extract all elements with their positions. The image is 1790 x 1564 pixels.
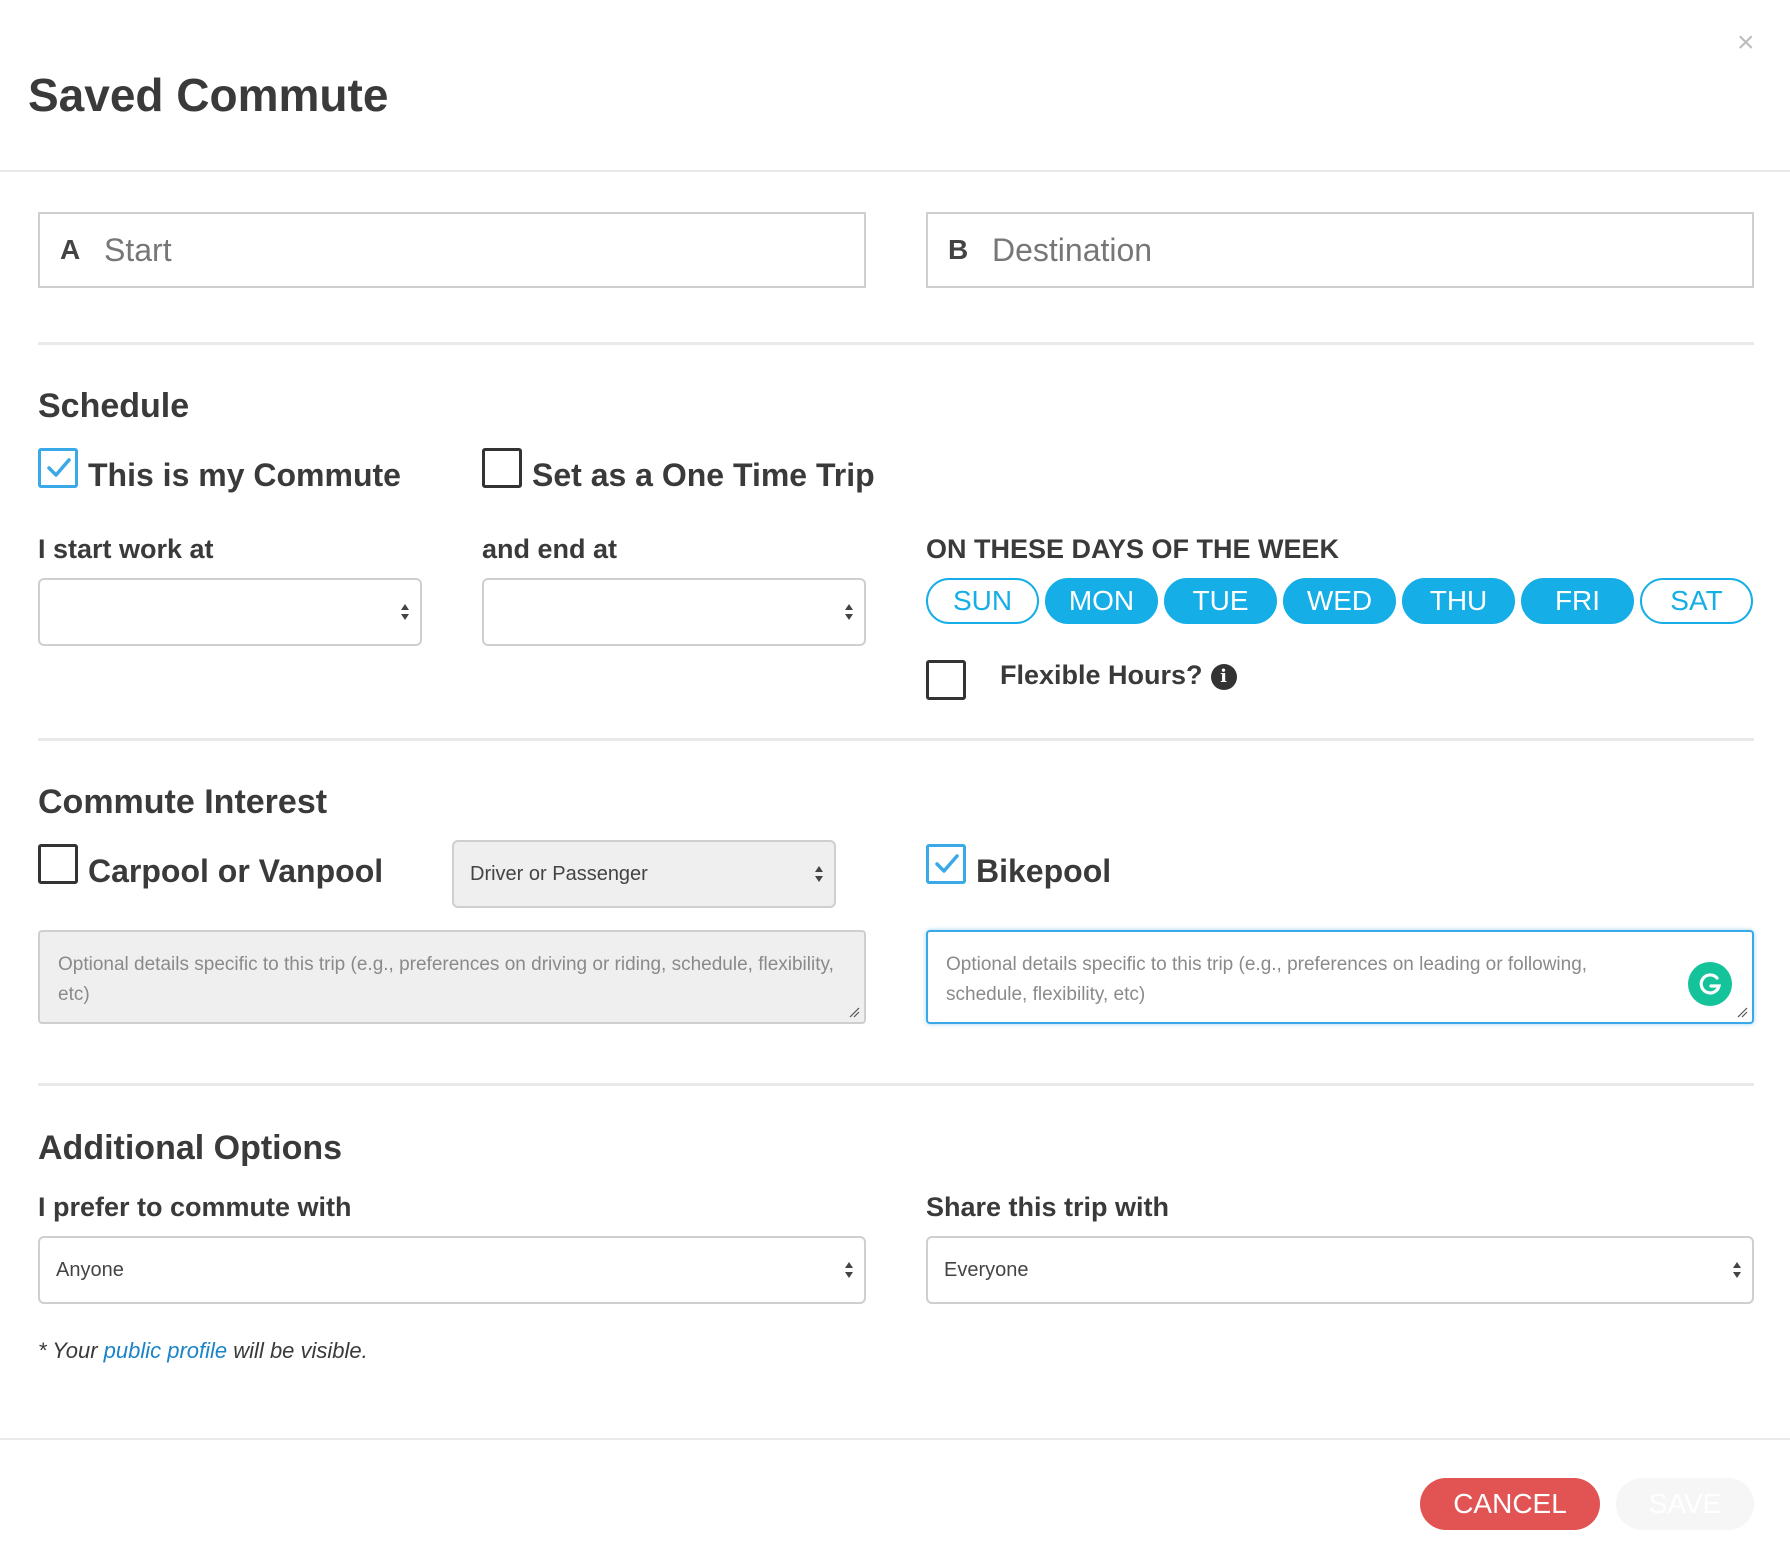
footnote: * Your public profile will be visible. xyxy=(38,1338,368,1364)
share-trip-value: Everyone xyxy=(944,1258,1029,1281)
bikepool-checkbox[interactable] xyxy=(926,844,966,884)
cancel-button[interactable]: CANCEL xyxy=(1420,1478,1600,1530)
bikepool-details-placeholder: Optional details specific to this trip (… xyxy=(946,954,1588,1005)
grammarly-icon[interactable] xyxy=(1688,962,1732,1006)
section-divider xyxy=(38,342,1754,345)
share-trip-label: Share this trip with xyxy=(926,1192,1170,1222)
footnote-prefix: * Your xyxy=(38,1338,104,1363)
section-divider xyxy=(38,1083,1754,1086)
day-wed[interactable]: WED xyxy=(1283,578,1396,624)
select-arrows-icon xyxy=(845,604,853,620)
info-icon[interactable]: i xyxy=(1210,663,1237,690)
additional-options-title: Additional Options xyxy=(38,1129,343,1167)
start-time-label: I start work at xyxy=(38,534,214,564)
grammarly-g-icon xyxy=(1699,973,1722,995)
check-icon xyxy=(935,854,959,873)
one-time-checkbox-label: Set as a One Time Trip xyxy=(532,457,875,493)
commute-checkbox-label: This is my Commute xyxy=(88,457,401,493)
select-arrows-icon xyxy=(1733,1262,1741,1278)
commute-checkbox[interactable] xyxy=(38,448,78,488)
driver-passenger-select[interactable]: Driver or Passenger xyxy=(452,840,836,908)
prefer-commute-value: Anyone xyxy=(56,1258,124,1281)
carpool-checkbox[interactable] xyxy=(38,844,78,884)
day-sun[interactable]: SUN xyxy=(926,578,1039,624)
carpool-details-textarea[interactable]: Optional details specific to this trip (… xyxy=(38,930,866,1024)
saved-commute-modal: × Saved Commute A Start B Destination Sc… xyxy=(0,0,1790,1564)
commute-interest-title: Commute Interest xyxy=(38,783,328,821)
close-icon[interactable]: × xyxy=(1737,28,1755,58)
bikepool-details-textarea[interactable]: Optional details specific to this trip (… xyxy=(926,930,1754,1024)
day-thu[interactable]: THU xyxy=(1402,578,1515,624)
section-divider xyxy=(38,738,1754,741)
start-input[interactable]: A Start xyxy=(38,212,866,288)
schedule-title: Schedule xyxy=(38,387,190,425)
destination-letter-icon: B xyxy=(948,234,969,265)
select-arrows-icon xyxy=(815,866,823,882)
day-mon[interactable]: MON xyxy=(1045,578,1158,624)
destination-input[interactable]: B Destination xyxy=(926,212,1754,288)
flexible-hours-text: Flexible Hours? xyxy=(1000,660,1203,690)
start-time-select[interactable] xyxy=(38,578,422,646)
flexible-hours-checkbox[interactable] xyxy=(926,660,966,700)
one-time-checkbox[interactable] xyxy=(482,448,522,488)
start-letter-icon: A xyxy=(60,234,81,265)
share-trip-select[interactable]: Everyone xyxy=(926,1236,1754,1304)
modal-title: Saved Commute xyxy=(28,69,389,121)
end-time-select[interactable] xyxy=(482,578,866,646)
days-label: ON THESE DAYS OF THE WEEK xyxy=(926,534,1340,564)
footnote-suffix: will be visible. xyxy=(227,1338,368,1363)
carpool-checkbox-label: Carpool or Vanpool xyxy=(88,853,384,889)
footer-divider xyxy=(0,1438,1790,1440)
resize-grip-icon[interactable] xyxy=(848,1006,860,1018)
header-divider xyxy=(0,170,1790,172)
start-placeholder: Start xyxy=(104,231,172,268)
day-sat[interactable]: SAT xyxy=(1640,578,1753,624)
public-profile-link[interactable]: public profile xyxy=(104,1338,228,1363)
carpool-details-placeholder: Optional details specific to this trip (… xyxy=(58,954,834,1005)
day-fri[interactable]: FRI xyxy=(1521,578,1634,624)
check-icon xyxy=(47,458,71,477)
driver-passenger-value: Driver or Passenger xyxy=(470,862,648,885)
prefer-commute-label: I prefer to commute with xyxy=(38,1192,352,1222)
resize-grip-icon[interactable] xyxy=(1736,1006,1748,1018)
flexible-hours-label: Flexible Hours? i xyxy=(1000,660,1237,691)
destination-placeholder: Destination xyxy=(992,231,1153,268)
days-of-week: SUN MON TUE WED THU FRI SAT xyxy=(926,578,1753,624)
prefer-commute-select[interactable]: Anyone xyxy=(38,1236,866,1304)
day-tue[interactable]: TUE xyxy=(1164,578,1277,624)
select-arrows-icon xyxy=(401,604,409,620)
select-arrows-icon xyxy=(845,1262,853,1278)
save-button[interactable]: SAVE xyxy=(1616,1478,1754,1530)
end-time-label: and end at xyxy=(482,534,618,564)
bikepool-checkbox-label: Bikepool xyxy=(976,853,1112,889)
